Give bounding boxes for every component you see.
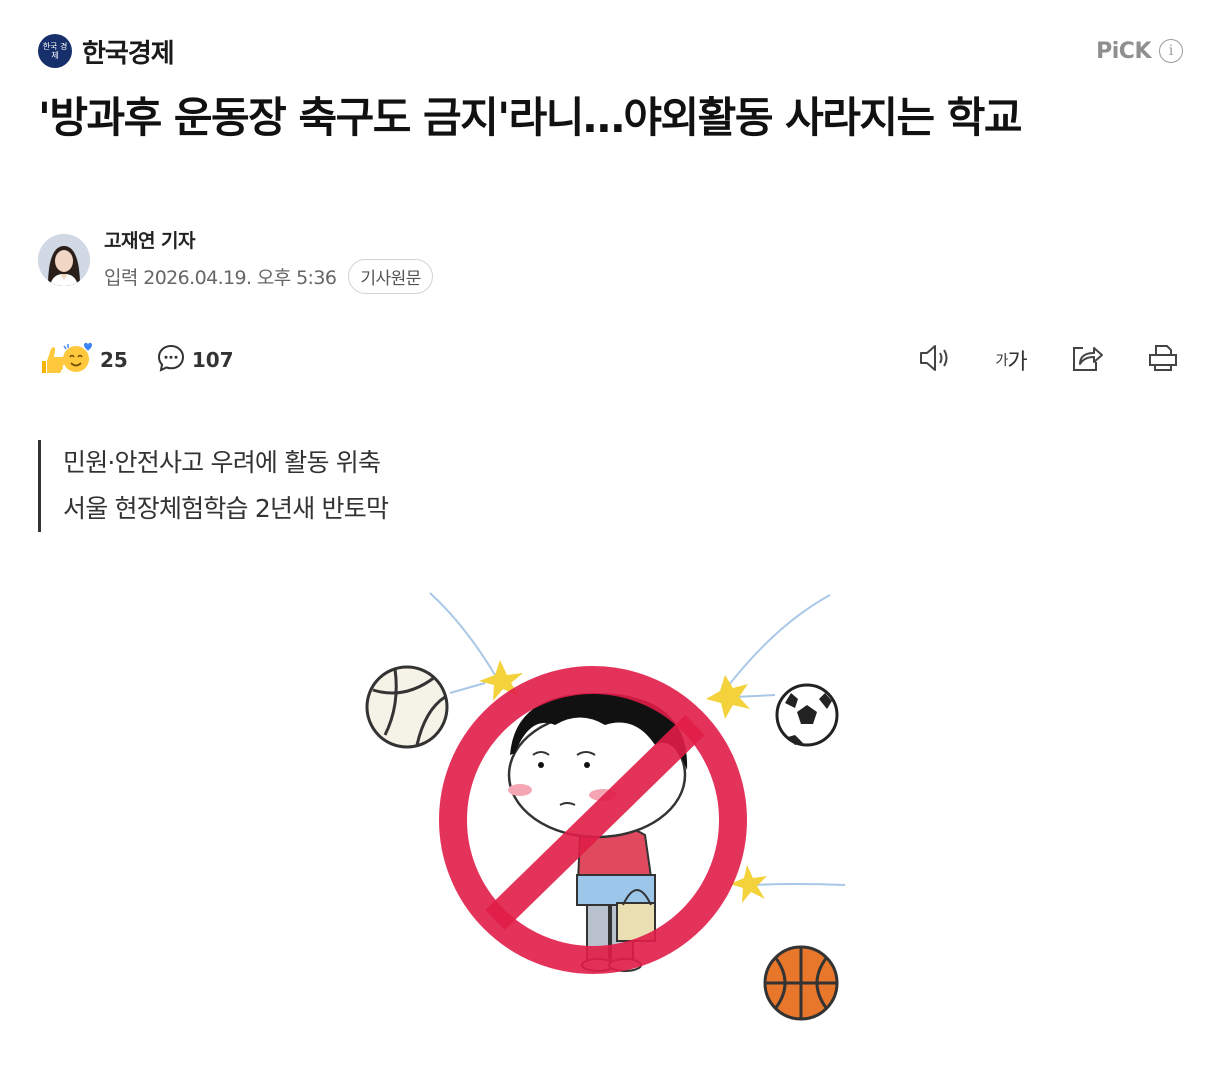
soccer-ball-icon xyxy=(775,683,839,747)
listen-button[interactable] xyxy=(915,340,955,380)
reaction-emoji-icon xyxy=(38,341,94,380)
comment-count: 107 xyxy=(191,348,234,372)
speaker-icon xyxy=(918,343,952,377)
press-link[interactable]: 한국 경제 한국경제 xyxy=(38,33,175,70)
article-illustration xyxy=(355,585,855,1035)
article-summary: 민원·안전사고 우려에 활동 위축 서울 현장체험학습 2년새 반토막 xyxy=(38,440,389,532)
summary-line: 서울 현장체험학습 2년새 반토막 xyxy=(63,494,389,523)
summary-line: 민원·안전사고 우려에 활동 위축 xyxy=(63,448,381,477)
comment-icon xyxy=(156,343,186,378)
print-button[interactable] xyxy=(1143,340,1183,380)
basketball-icon xyxy=(763,945,839,1021)
share-icon xyxy=(1070,343,1104,377)
pick-label: PiCK xyxy=(1096,38,1151,64)
press-logo: 한국 경제 xyxy=(38,34,72,68)
font-small-glyph: 가 xyxy=(995,353,1008,369)
publish-date: 입력 2026.04.19. 오후 5:36 xyxy=(104,267,337,289)
byline: 고재연 기자 입력 2026.04.19. 오후 5:36 기사원문 xyxy=(38,226,433,294)
font-large-glyph: 가 xyxy=(1007,350,1027,375)
reaction-button[interactable]: 25 xyxy=(38,341,128,380)
reaction-count: 25 xyxy=(100,348,128,372)
press-name: 한국경제 xyxy=(82,38,175,69)
original-article-button[interactable]: 기사원문 xyxy=(348,259,433,294)
reporter-name[interactable]: 고재연 기자 xyxy=(104,226,433,253)
volleyball-icon xyxy=(365,665,449,749)
article-title: '방과후 운동장 축구도 금지'라니…야외활동 사라지는 학교 xyxy=(38,93,1023,142)
info-icon[interactable]: i xyxy=(1159,39,1183,63)
article-toolbar: 25 107 가가 xyxy=(38,336,1183,384)
font-size-button[interactable]: 가가 xyxy=(991,340,1031,380)
print-icon xyxy=(1148,343,1178,377)
reporter-avatar[interactable] xyxy=(38,234,90,286)
share-button[interactable] xyxy=(1067,340,1107,380)
press-header: 한국 경제 한국경제 PiCK i xyxy=(38,30,1183,72)
comment-button[interactable]: 107 xyxy=(156,343,234,378)
pick-badge[interactable]: PiCK i xyxy=(1096,39,1183,64)
